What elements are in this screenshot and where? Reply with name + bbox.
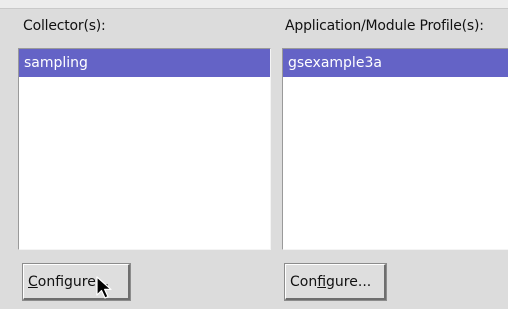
profile-item-gsexample3a[interactable]: gsexample3a [283, 49, 508, 77]
configure-profile-label-pre: Con [290, 273, 318, 290]
collectors-list[interactable]: sampling [18, 48, 271, 250]
configure-profile-button[interactable]: Configure... [284, 263, 387, 301]
profiles-label: Application/Module Profile(s): [285, 18, 484, 34]
window-top-edge [0, 0, 508, 9]
collectors-label: Collector(s): [23, 18, 106, 34]
profiles-list[interactable]: gsexample3a [282, 48, 508, 250]
collector-item-sampling[interactable]: sampling [19, 49, 270, 77]
profiler-panel: { "collectors": { "label": "Collector(s)… [0, 0, 508, 309]
configure-collector-mnemonic: C [28, 273, 38, 290]
configure-profile-label-post: igure... [326, 273, 372, 290]
mouse-pointer-icon [96, 276, 112, 299]
configure-profile-mnemonic: f [317, 273, 327, 290]
